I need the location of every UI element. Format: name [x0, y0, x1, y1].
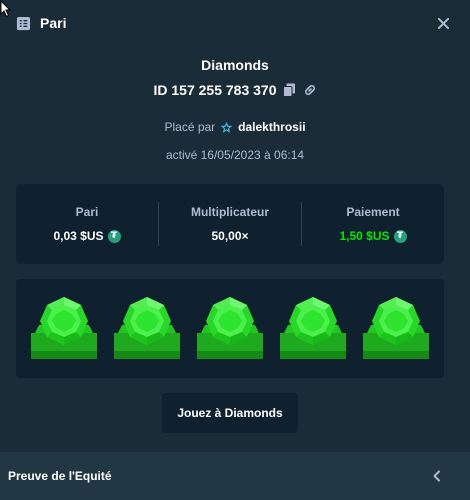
close-icon [437, 17, 449, 29]
modal-header: Pari [0, 0, 470, 46]
chevron-left-icon [432, 469, 446, 483]
stat-multiplier-label: Multiplicateur [190, 205, 269, 219]
stat-multiplier: Multiplicateur 50,00× [159, 205, 301, 243]
bet-stats-panel: Pari 0,03 $US ₮ Multiplicateur 50,00× Pa… [16, 184, 444, 264]
gem-tile [29, 293, 99, 365]
gem-tile [195, 293, 265, 365]
stat-bet-value-row: 0,03 $US ₮ [53, 229, 121, 243]
bet-id: ID 157 255 783 370 [153, 82, 277, 98]
green-gem-icon [280, 296, 346, 359]
bet-date: activé 16/05/2023 à 06:14 [165, 148, 305, 162]
vip-star-icon [220, 121, 233, 133]
stat-bet-label: Pari [75, 205, 99, 219]
play-game-button[interactable]: Jouez à Diamonds [162, 393, 298, 433]
modal-title: Pari [40, 15, 67, 31]
stat-bet: Pari 0,03 $US ₮ [16, 205, 158, 243]
gem-tile [112, 293, 182, 365]
close-button[interactable] [434, 14, 452, 32]
stat-payout-value-row: 1,50 $US ₮ [339, 229, 407, 243]
green-gem-icon [363, 296, 429, 359]
stat-multiplier-value: 50,00× [211, 229, 249, 243]
green-gem-icon [114, 296, 180, 359]
copy-icon[interactable] [283, 83, 297, 97]
link-icon[interactable] [303, 83, 317, 97]
tether-coin-icon: ₮ [393, 229, 407, 243]
stat-payout: Paiement 1,50 $US ₮ [302, 205, 444, 243]
gem-tile [361, 293, 431, 365]
placed-by-label: Placé par [164, 120, 216, 134]
provably-fair-toggle[interactable]: Preuve de l'Equité [0, 452, 470, 500]
stat-payout-value: 1,50 $US [339, 229, 390, 243]
stat-payout-label: Paiement [346, 205, 400, 219]
placed-by-row: Placé par dalekthrosii [0, 120, 470, 134]
username-link[interactable]: dalekthrosii [238, 120, 305, 134]
provably-fair-label: Preuve de l'Equité [8, 469, 112, 483]
receipt-icon [16, 15, 32, 31]
mouse-cursor-icon [0, 0, 12, 18]
bet-id-row: ID 157 255 783 370 [0, 82, 470, 98]
game-name: Diamonds [201, 57, 269, 73]
gem-board [16, 279, 444, 378]
green-gem-icon [197, 296, 263, 359]
tether-coin-icon: ₮ [107, 229, 121, 243]
stat-bet-value: 0,03 $US [53, 229, 104, 243]
gem-tile [278, 293, 348, 365]
green-gem-icon [31, 296, 97, 359]
